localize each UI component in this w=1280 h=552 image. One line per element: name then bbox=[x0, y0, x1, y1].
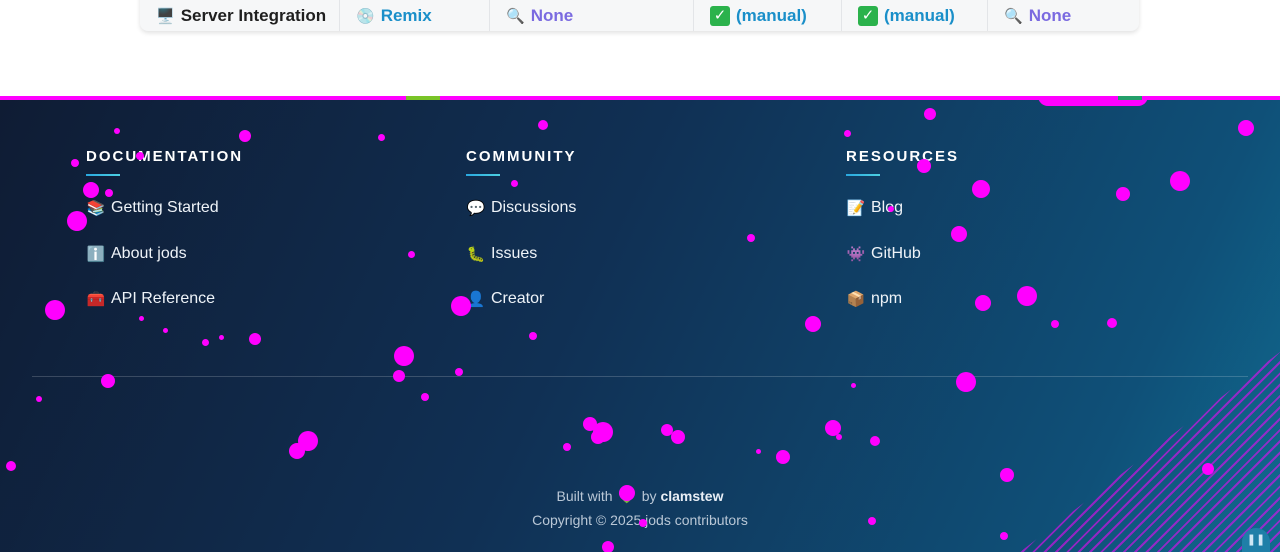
heart-icon: 💚 bbox=[618, 489, 636, 505]
title-underline bbox=[846, 174, 880, 176]
footer-link-github[interactable]: 👾 GitHub bbox=[846, 242, 1206, 266]
author-link[interactable]: clamstew bbox=[660, 488, 723, 504]
footer-link-api-reference[interactable]: 🧰 API Reference bbox=[86, 287, 446, 311]
table-cell-manual: ✓ (manual) bbox=[842, 0, 988, 31]
footer-link-npm[interactable]: 📦 npm bbox=[846, 287, 1206, 311]
built-with-line: Built with 💚 by clamstew bbox=[0, 488, 1280, 505]
footer-link-label: npm bbox=[871, 290, 903, 307]
magnifier-icon: 🔍 bbox=[1004, 6, 1023, 25]
footer-link-label: About jods bbox=[111, 244, 187, 262]
footer-link-creator[interactable]: 👤 Creator bbox=[466, 287, 826, 311]
footer-link-label: Discussions bbox=[491, 199, 577, 216]
footer-link-label: Creator bbox=[491, 290, 545, 307]
table-cell-feature: 🖥️ Server Integration bbox=[140, 0, 340, 31]
disc-icon: 💿 bbox=[356, 6, 375, 25]
copyright-text: Copyright © 2025 jods contributors bbox=[532, 512, 748, 528]
footer-link-label: Blog bbox=[871, 199, 904, 216]
toolbox-icon: 🧰 bbox=[86, 290, 106, 308]
table-cell-remix[interactable]: 💿 Remix bbox=[340, 0, 490, 31]
footer-link-label: Getting Started bbox=[111, 199, 219, 216]
title-underline bbox=[86, 174, 120, 176]
table-cell-none: 🔍 None bbox=[988, 0, 1139, 31]
footer-column-community: COMMUNITY 💬 Discussions 🐛 Issues 👤 Creat… bbox=[466, 148, 826, 333]
package-icon: 📦 bbox=[846, 290, 866, 308]
footer-column-resources: RESOURCES 📝 Blog 👾 GitHub 📦 npm bbox=[846, 148, 1206, 333]
table-cell-none: 🔍 None bbox=[490, 0, 694, 31]
cell-text: None bbox=[530, 5, 574, 25]
footer-column-documentation: DOCUMENTATION 📚 Getting Started ℹ️ About… bbox=[86, 148, 446, 333]
cell-text: (manual) bbox=[884, 5, 955, 25]
footer-divider bbox=[32, 376, 1248, 377]
footer-column-title: RESOURCES bbox=[846, 148, 960, 165]
cell-text: (manual) bbox=[736, 5, 807, 25]
monitor-icon: 🖥️ bbox=[156, 6, 175, 25]
books-icon: 📚 bbox=[86, 199, 106, 217]
footer-column-title: DOCUMENTATION bbox=[86, 148, 244, 165]
footer-link-getting-started[interactable]: 📚 Getting Started bbox=[86, 196, 446, 220]
check-icon: ✓ bbox=[858, 5, 878, 26]
built-prefix: Built with bbox=[556, 488, 613, 504]
footer-top-accent bbox=[406, 96, 440, 100]
comparison-table-area: 🖥️ Server Integration 💿 Remix 🔍 None ✓ (… bbox=[0, 0, 1280, 96]
person-icon: 👤 bbox=[466, 290, 486, 308]
comparison-table-row: 🖥️ Server Integration 💿 Remix 🔍 None ✓ (… bbox=[140, 0, 1139, 31]
alien-monster-icon: 👾 bbox=[846, 244, 866, 263]
footer-link-label: GitHub bbox=[871, 244, 921, 262]
cell-text: Server Integration bbox=[180, 5, 327, 25]
info-icon: ℹ️ bbox=[86, 244, 106, 263]
cell-link[interactable]: Remix bbox=[381, 6, 432, 26]
check-icon: ✓ bbox=[710, 5, 730, 26]
site-footer: DOCUMENTATION 📚 Getting Started ℹ️ About… bbox=[0, 96, 1280, 552]
built-by: by bbox=[641, 488, 657, 504]
title-underline bbox=[466, 174, 500, 176]
pause-icon[interactable]: ❚❚ bbox=[1242, 528, 1270, 552]
magnifier-icon: 🔍 bbox=[506, 6, 525, 25]
table-cell-manual: ✓ (manual) bbox=[694, 0, 842, 31]
footer-column-title: COMMUNITY bbox=[466, 148, 577, 165]
footer-link-label: Issues bbox=[491, 244, 538, 262]
cell-text: None bbox=[1028, 5, 1072, 25]
speech-bubble-icon: 💬 bbox=[466, 199, 486, 217]
bug-icon: 🐛 bbox=[466, 244, 486, 263]
footer-link-issues[interactable]: 🐛 Issues bbox=[466, 242, 826, 266]
footer-link-about[interactable]: ℹ️ About jods bbox=[86, 242, 446, 266]
footer-link-label: API Reference bbox=[111, 290, 216, 307]
footer-link-discussions[interactable]: 💬 Discussions bbox=[466, 196, 826, 220]
footer-top-decoration bbox=[1118, 96, 1142, 100]
footer-link-blog[interactable]: 📝 Blog bbox=[846, 196, 1206, 220]
memo-icon: 📝 bbox=[846, 199, 866, 217]
